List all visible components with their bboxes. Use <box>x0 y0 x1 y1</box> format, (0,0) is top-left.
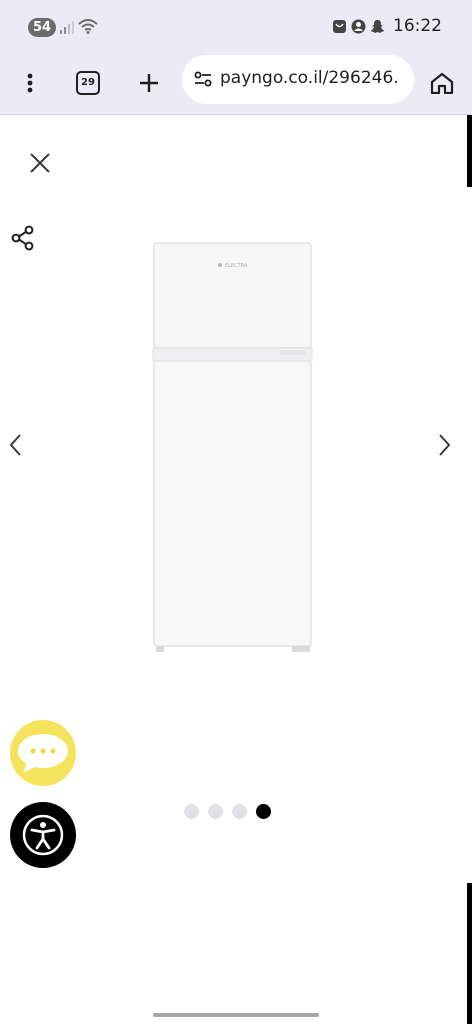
status-bar: 54 16:22 <box>0 0 472 52</box>
product-image-refrigerator: ELECTRA <box>152 242 313 652</box>
status-icons <box>332 19 385 34</box>
account-icon <box>351 19 366 34</box>
gesture-nav-bar[interactable] <box>153 1013 319 1017</box>
address-bar[interactable]: payngo.co.il/296246. <box>182 55 414 104</box>
tab-count: 29 <box>76 71 100 95</box>
scroll-edge <box>467 115 472 187</box>
home-button[interactable] <box>425 66 459 100</box>
accessibility-icon <box>22 814 64 856</box>
pagination-dot-3[interactable] <box>232 804 247 819</box>
screen-record-icon <box>333 20 346 33</box>
snapchat-icon <box>371 20 384 33</box>
close-icon[interactable] <box>26 149 54 177</box>
menu-dots-icon <box>27 73 33 93</box>
new-tab-button[interactable] <box>132 66 166 100</box>
pagination-dot-2[interactable] <box>208 804 223 819</box>
gallery-pagination <box>184 804 271 819</box>
previous-image-arrow[interactable] <box>4 430 28 460</box>
share-icon[interactable] <box>10 225 36 251</box>
site-settings-icon[interactable] <box>194 71 212 87</box>
chat-bubble-icon <box>18 734 68 773</box>
wifi-icon <box>78 19 98 34</box>
scroll-edge <box>467 883 472 1024</box>
next-image-arrow[interactable] <box>432 430 456 460</box>
home-icon <box>430 72 454 94</box>
product-gallery: ELECTRA <box>0 115 472 1024</box>
new-tab-icon <box>140 74 158 92</box>
browser-toolbar: 29 payngo.co.il/296246. <box>0 52 472 115</box>
tab-switcher-button[interactable]: 29 <box>71 66 105 100</box>
menu-button[interactable] <box>13 66 47 100</box>
fridge-brand-text: ELECTRA <box>225 263 248 269</box>
accessibility-button[interactable] <box>10 802 76 868</box>
signal-icon <box>60 21 74 34</box>
url-text: payngo.co.il/296246. <box>220 68 399 88</box>
chat-button[interactable] <box>10 720 76 786</box>
clock: 16:22 <box>393 16 442 36</box>
pagination-dot-4[interactable] <box>256 804 271 819</box>
pagination-dot-1[interactable] <box>184 804 199 819</box>
notification-count-badge: 54 <box>28 18 56 37</box>
